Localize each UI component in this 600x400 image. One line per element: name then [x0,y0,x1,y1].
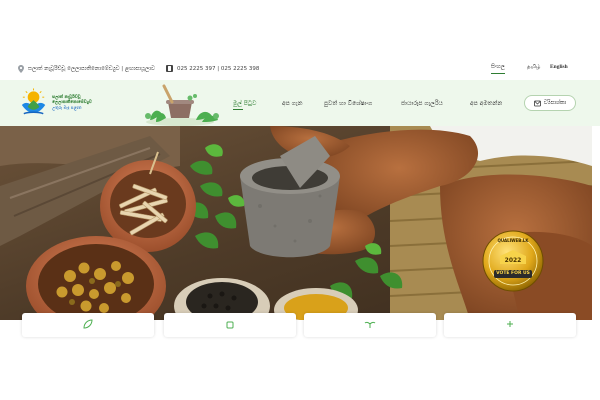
feature-card-3[interactable] [304,313,436,337]
lang-sinhala[interactable]: සිංහල [491,64,505,74]
feature-card-1[interactable] [22,313,154,337]
contact-button-label: ව්‍යිපාශ්කා [543,99,567,106]
envelope-icon [533,100,541,106]
navigation-bar: ඝලාත් නැවූරිච්චූ ලෙලාපාතීනොමේඩ්‍යුව උතුර… [0,80,600,126]
top-info-bar: සලාත් නැවූරිච්චූ ලෙලාපාතීනොමේඩ්‍යුව | ළඟ… [0,58,600,80]
feature-card-2[interactable] [164,313,296,337]
phone-text[interactable]: 025 2225 397 | 025 2225 398 [177,66,259,72]
site-logo[interactable]: ඝලාත් නැවූරිච්චූ ලෙලාපාතීනොමේඩ්‍යුව උතුර… [18,86,120,120]
contact-button[interactable]: ව්‍යිපාශ්කා [524,95,576,111]
medicine-icon [226,321,234,329]
mortar-herbs-illustration [145,84,219,126]
hospital-icon [507,321,513,327]
herb-leaf-icon [83,319,93,329]
badge-year: 2022 [504,257,522,264]
nav-item-news[interactable]: පුවත් හා විශේෂාංග [324,100,372,108]
logo-subtitle: උතුරු මැද පළාත [52,105,82,111]
logo-emblem-icon [21,88,46,115]
lang-english[interactable]: English [550,64,568,70]
location-pin-icon [18,65,24,73]
logo-title: ඝලාත් නැවූරිච්චූ ලෙලාපාතීනොමේඩ්‍යුව [52,94,92,104]
nav-item-about[interactable]: අප ගැන [282,100,303,108]
phone-icon [166,65,173,72]
page: සලාත් නැවූරිච්චූ ලෙලාපාතීනොමේඩ්‍යුව | ළඟ… [0,0,600,400]
phone-block: 025 2225 397 | 025 2225 398 [166,65,259,72]
vote-badge[interactable]: QUALIWEB.LK 2022 VOTE FOR US [482,230,544,292]
badge-bottom-text: VOTE FOR US [496,271,530,276]
nav-active-indicator [233,109,243,111]
sprout-icon [364,321,376,328]
address-text: සලාත් නැවූරිච්චූ ලෙලාපාතීනොමේඩ්‍යුව | ළඟ… [28,65,155,72]
hero-banner: QUALIWEB.LK 2022 VOTE FOR US [0,126,592,320]
lang-tamil[interactable]: தமிழ் [527,64,540,71]
nav-item-contact[interactable]: අප අමතන්න [470,100,502,108]
address-block: සලාත් නැවූරිච්චූ ලෙලාපාතීනොමේඩ්‍යුව | ළඟ… [18,65,155,73]
feature-card-4[interactable] [444,313,576,337]
nav-item-gallery[interactable]: ජායාරූප ගැලරිය [401,100,443,108]
badge-top-text: QUALIWEB.LK [497,238,529,243]
nav-item-home[interactable]: මුල් පිටුව [233,100,257,108]
